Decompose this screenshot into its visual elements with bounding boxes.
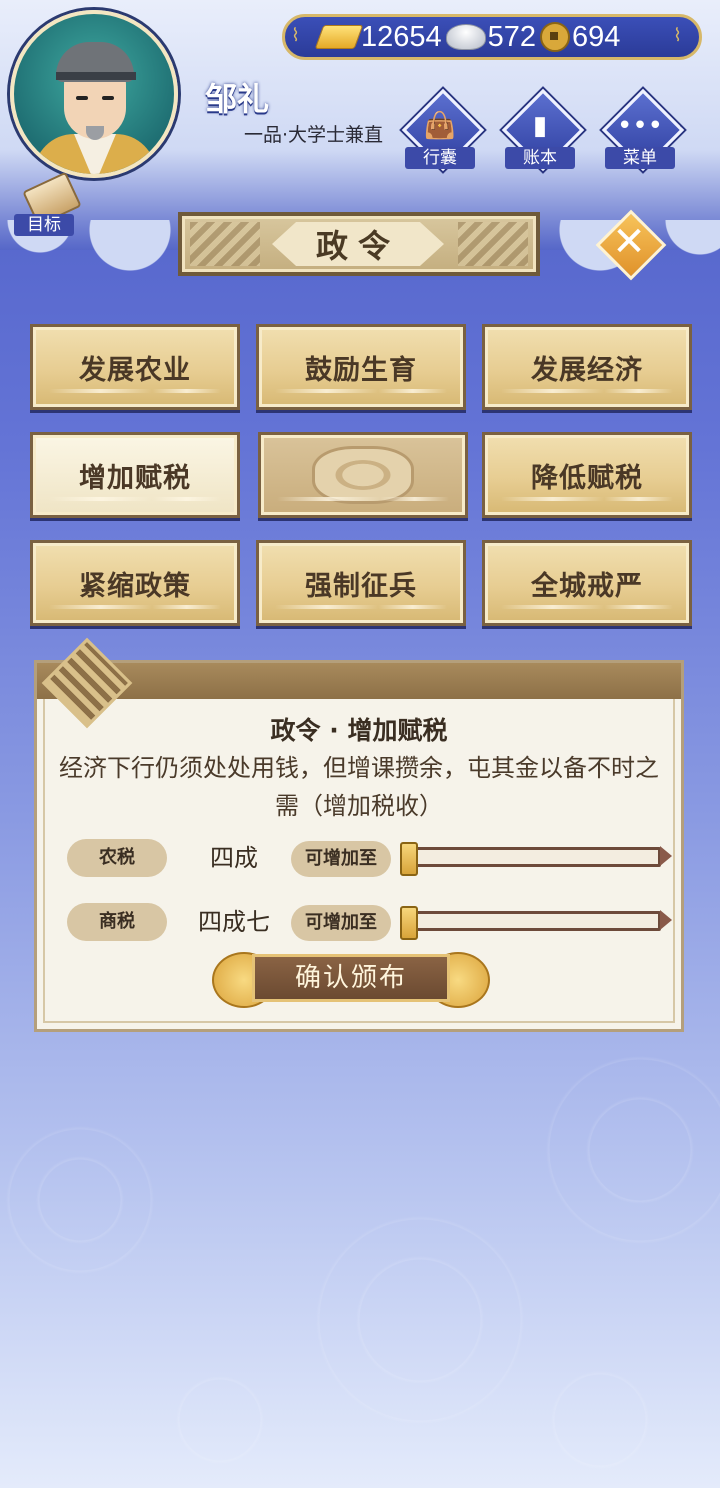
policy-encourage-birth[interactable]: 鼓励生育 (256, 324, 466, 410)
goal-button[interactable]: 目标 (10, 171, 82, 238)
avatar-headband (56, 72, 136, 80)
bamboo-icon: ⌇ (673, 25, 682, 46)
avatar[interactable] (10, 10, 178, 178)
banner-chevron-left (190, 222, 260, 266)
coin-currency: 694 (540, 21, 620, 54)
commerce-tax-value: 四成七 (198, 908, 270, 936)
commerce-tax-tag: 商税 (67, 903, 167, 941)
silver-currency: 572 (445, 20, 537, 54)
copper-coin-icon (540, 22, 571, 52)
menu-button[interactable]: ••• 菜单 (600, 88, 685, 175)
menu-dots-icon: ••• (616, 111, 663, 141)
bag-label: 行囊 (405, 147, 475, 169)
goal-label: 目标 (14, 214, 74, 236)
policy-martial-law[interactable]: 全城戒严 (482, 540, 692, 626)
confirm-publish-button[interactable]: 确认颁布 (212, 948, 490, 1008)
close-button[interactable]: ✕ (595, 209, 667, 281)
avatar-eye (102, 96, 114, 100)
cloud-medallion-icon (312, 446, 414, 504)
policy-detail-title: 政令 · 增加赋税 (270, 716, 448, 745)
bamboo-icon: ⌇ (291, 25, 300, 46)
farm-tax-tag: 农税 (67, 839, 167, 877)
ledger-icon: ▮ (532, 111, 548, 141)
player-name: 邹礼 (205, 80, 270, 118)
policy-detail-description: 经济下行仍须处处用钱，但增课攒余，屯其金以备不时之需（增加税收） (59, 754, 659, 820)
banner-chevron-right (458, 222, 528, 266)
farm-tax-slider[interactable] (400, 842, 672, 876)
ledger-label: 账本 (505, 147, 575, 169)
currency-bar: ⌇ 12654 572 694 ⌇ (282, 14, 702, 60)
bag-icon: 👜 (423, 111, 457, 141)
farm-tax-increase-label: 可增加至 (291, 841, 391, 877)
commerce-tax-increase-label: 可增加至 (291, 905, 391, 941)
silver-value: 572 (487, 20, 537, 53)
gold-value: 12654 (361, 20, 442, 53)
ledger-button[interactable]: ▮ 账本 (500, 88, 585, 175)
section-title: 政令 (272, 222, 444, 266)
menu-label: 菜单 (605, 147, 675, 169)
silver-ingot-icon (445, 24, 486, 50)
close-icon: ✕ (612, 219, 646, 265)
policy-austerity[interactable]: 紧缩政策 (30, 540, 240, 626)
confirm-publish-label: 确认颁布 (252, 954, 450, 1002)
section-banner: 政令 (178, 212, 540, 276)
commerce-tax-slider[interactable] (400, 906, 672, 940)
policy-locked-slot (258, 432, 468, 518)
gold-currency: 12654 (314, 20, 442, 54)
policy-decrease-tax[interactable]: 降低赋税 (482, 432, 692, 518)
farm-tax-value: 四成 (210, 844, 258, 872)
coin-value: 694 (572, 20, 621, 53)
commerce-tax-row: 商税 四成七 可增加至 (67, 903, 672, 943)
policy-develop-economy[interactable]: 发展经济 (482, 324, 692, 410)
bag-button[interactable]: 👜 行囊 (400, 88, 485, 175)
avatar-eye (76, 96, 88, 100)
gold-ingot-icon (314, 25, 364, 49)
slider-end-arrow-icon (660, 910, 672, 930)
farm-tax-row: 农税 四成 可增加至 (67, 839, 672, 879)
policy-conscription[interactable]: 强制征兵 (256, 540, 466, 626)
policy-develop-agriculture[interactable]: 发展农业 (30, 324, 240, 410)
farm-tax-slider-handle[interactable] (400, 842, 418, 876)
panel-topbar (37, 663, 681, 699)
player-title: 一品·大学士兼直 (244, 124, 384, 146)
slider-end-arrow-icon (660, 846, 672, 866)
policy-increase-tax[interactable]: 增加赋税 (30, 432, 240, 518)
commerce-tax-slider-handle[interactable] (400, 906, 418, 940)
